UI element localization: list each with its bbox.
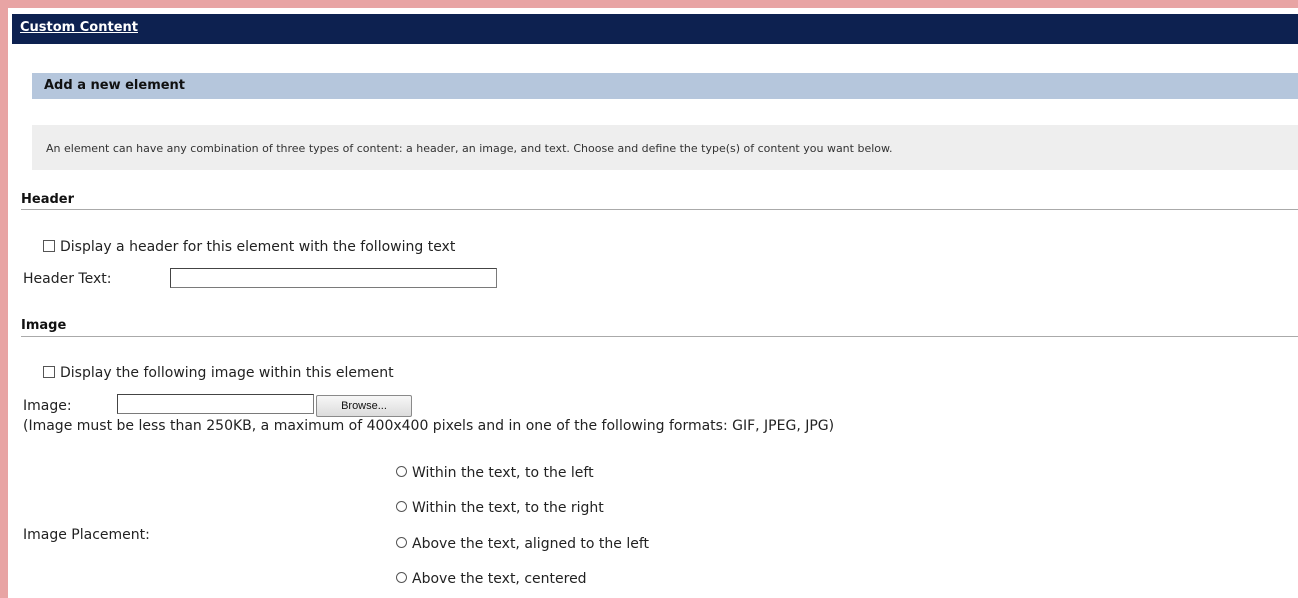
custom-content-bar: Custom Content <box>12 14 1298 44</box>
add-element-header: Add a new element <box>32 73 1298 99</box>
intro-panel: An element can have any combination of t… <box>32 125 1298 170</box>
header-text-input[interactable] <box>170 268 497 288</box>
image-label: Image: <box>23 398 72 414</box>
placement-radio-2[interactable] <box>396 501 407 512</box>
placement-label-1: Within the text, to the left <box>412 465 594 481</box>
placement-label-2: Within the text, to the right <box>412 500 604 516</box>
placement-option-1: Within the text, to the left <box>396 465 594 481</box>
image-section-divider <box>21 336 1298 337</box>
header-section-divider <box>21 209 1298 210</box>
header-text-label: Header Text: <box>23 271 112 287</box>
image-section-title: Image <box>21 318 67 333</box>
image-checkbox-row: Display the following image within this … <box>43 365 394 381</box>
placement-radio-3[interactable] <box>396 537 407 548</box>
placement-radio-1[interactable] <box>396 466 407 477</box>
header-section-title: Header <box>21 192 75 207</box>
placement-label-4: Above the text, centered <box>412 571 587 587</box>
display-image-label: Display the following image within this … <box>60 365 394 381</box>
image-file-input[interactable] <box>117 394 314 414</box>
header-checkbox-row: Display a header for this element with t… <box>43 239 455 255</box>
display-image-checkbox[interactable] <box>43 366 55 378</box>
display-header-label: Display a header for this element with t… <box>60 239 456 255</box>
placement-option-4: Above the text, centered <box>396 571 587 587</box>
image-requirements-note: (Image must be less than 250KB, a maximu… <box>23 418 835 434</box>
placement-option-3: Above the text, aligned to the left <box>396 536 649 552</box>
browse-button[interactable]: Browse... <box>316 395 412 417</box>
custom-content-link[interactable]: Custom Content <box>20 20 138 35</box>
display-header-checkbox[interactable] <box>43 240 55 252</box>
placement-option-2: Within the text, to the right <box>396 500 604 516</box>
placement-label-3: Above the text, aligned to the left <box>412 536 650 552</box>
add-element-title: Add a new element <box>44 78 186 93</box>
image-placement-label: Image Placement: <box>23 527 150 543</box>
intro-text: An element can have any combination of t… <box>46 142 893 155</box>
placement-radio-4[interactable] <box>396 572 407 583</box>
